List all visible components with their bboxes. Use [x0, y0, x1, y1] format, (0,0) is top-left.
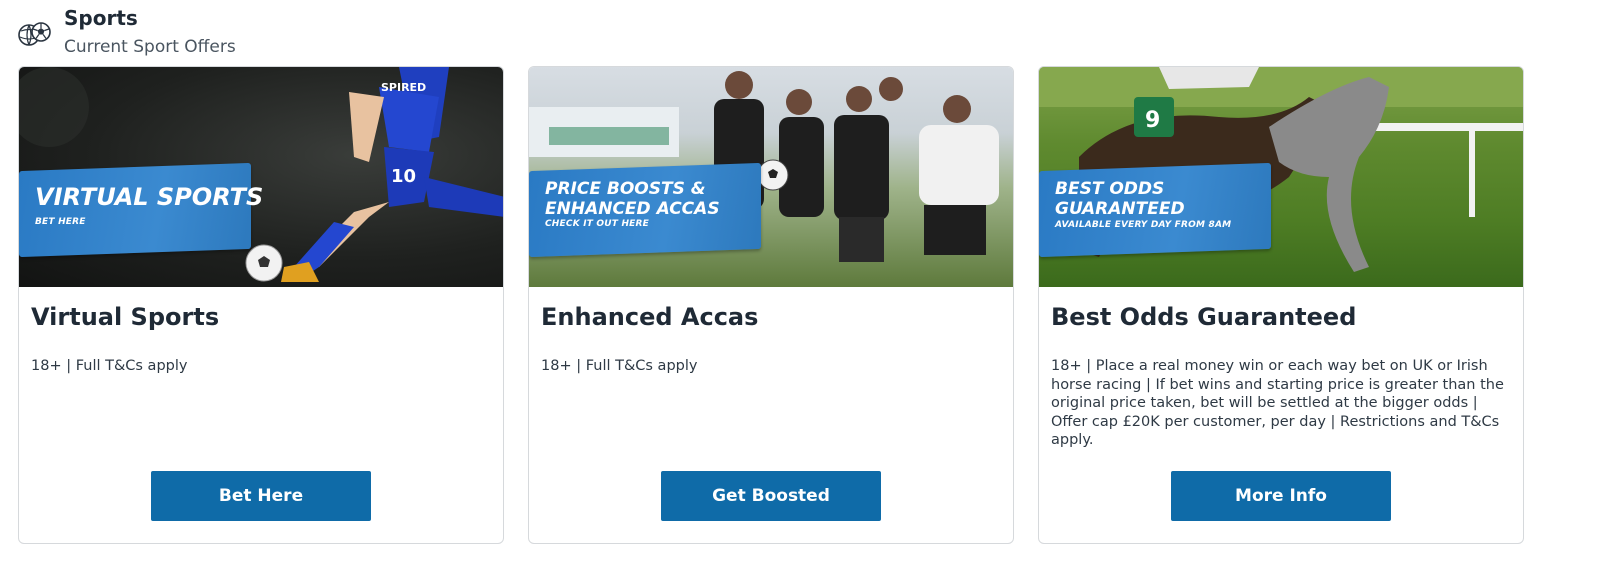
- more-info-button[interactable]: More Info: [1171, 471, 1391, 521]
- sports-balls-icon: [16, 18, 54, 50]
- offer-card-best-odds: 9 BEST ODDS GUARANTEED AVAILABLE EVERY D…: [1038, 66, 1524, 544]
- offer-image-best-odds[interactable]: 9 BEST ODDS GUARANTEED AVAILABLE EVERY D…: [1039, 67, 1523, 287]
- banner-heading-line2: GUARANTEED: [1055, 199, 1185, 219]
- offer-cards: SPIRED 10 VIRTUAL SPORTS BET HERE Virtua…: [18, 66, 1524, 544]
- offer-card-enhanced-accas: PRICE BOOSTS & ENHANCED ACCAS CHECK IT O…: [528, 66, 1014, 544]
- offer-image-enhanced-accas[interactable]: PRICE BOOSTS & ENHANCED ACCAS CHECK IT O…: [529, 67, 1013, 287]
- get-boosted-button[interactable]: Get Boosted: [661, 471, 881, 521]
- banner-heading-line1: BEST ODDS: [1055, 179, 1165, 199]
- section-subtitle: Current Sport Offers: [64, 37, 236, 57]
- banner-subheading: CHECK IT OUT HERE: [545, 219, 650, 229]
- card-description: 18+ | Full T&Cs apply: [541, 358, 698, 374]
- shirt-sponsor-text: SPIRED: [381, 81, 426, 94]
- banner-heading: VIRTUAL SPORTS: [35, 183, 264, 211]
- section-title: Sports: [64, 6, 138, 30]
- banner-heading-line1: PRICE BOOSTS &: [545, 179, 706, 199]
- offer-card-virtual-sports: SPIRED 10 VIRTUAL SPORTS BET HERE Virtua…: [18, 66, 504, 544]
- bet-here-button[interactable]: Bet Here: [151, 471, 371, 521]
- saddle-cloth-number: 9: [1145, 108, 1160, 133]
- banner-subheading: AVAILABLE EVERY DAY FROM 8AM: [1055, 220, 1232, 230]
- card-title: Virtual Sports: [31, 303, 220, 331]
- card-description: 18+ | Full T&Cs apply: [31, 358, 188, 374]
- shirt-number: 10: [391, 166, 416, 187]
- card-description: 18+ | Place a real money win or each way…: [1051, 358, 1504, 448]
- card-title: Enhanced Accas: [541, 303, 759, 331]
- banner-heading-line2: ENHANCED ACCAS: [545, 199, 720, 219]
- banner-subheading: BET HERE: [35, 217, 86, 227]
- section-header: Sports Current Sport Offers: [16, 6, 236, 58]
- card-title: Best Odds Guaranteed: [1051, 303, 1357, 331]
- offer-image-virtual-sports[interactable]: SPIRED 10 VIRTUAL SPORTS BET HERE: [19, 67, 503, 287]
